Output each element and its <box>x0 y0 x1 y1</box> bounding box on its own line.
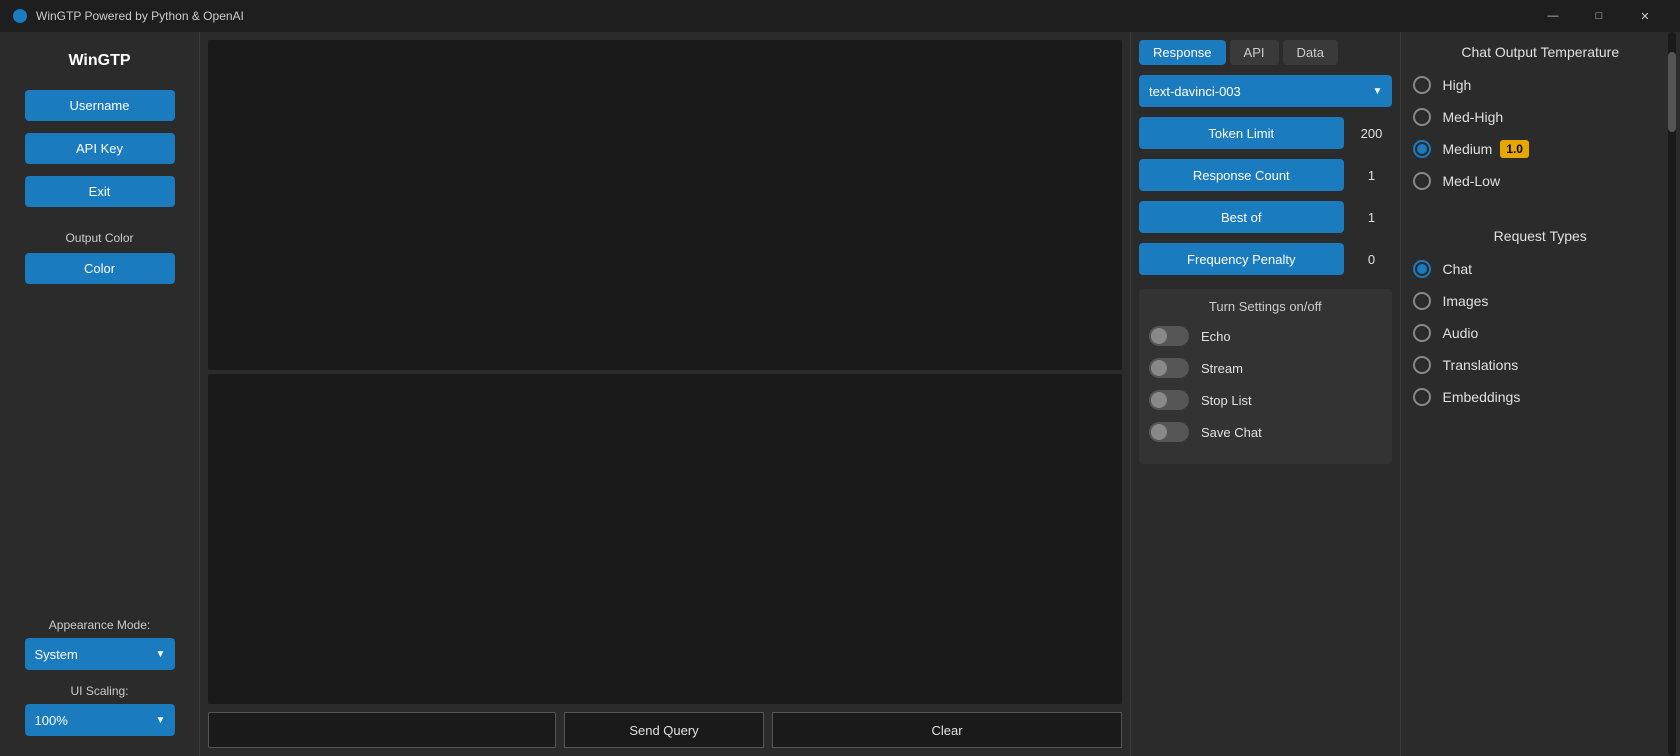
req-images-label: Images <box>1443 293 1489 309</box>
frequency-penalty-row: Frequency Penalty 0 <box>1139 243 1392 275</box>
api-key-button[interactable]: API Key <box>25 133 175 164</box>
temp-med-low-label: Med-Low <box>1443 173 1501 189</box>
temp-med-low-radio[interactable] <box>1413 172 1431 190</box>
req-audio-label: Audio <box>1443 325 1479 341</box>
minimize-button[interactable]: — <box>1530 0 1576 32</box>
temp-medium-badge: 1.0 <box>1500 140 1529 158</box>
close-button[interactable]: ✕ <box>1622 0 1668 32</box>
req-embeddings-label: Embeddings <box>1443 389 1521 405</box>
frequency-penalty-button[interactable]: Frequency Penalty <box>1139 243 1344 275</box>
temp-high-row: High <box>1413 76 1669 94</box>
token-limit-row: Token Limit 200 <box>1139 117 1392 149</box>
token-limit-value: 200 <box>1352 126 1392 141</box>
app-name: WinGTP <box>68 52 130 70</box>
response-count-button[interactable]: Response Count <box>1139 159 1344 191</box>
req-audio-radio[interactable] <box>1413 324 1431 342</box>
settings-column: Response API Data text-davinci-003 ▼ Tok… <box>1131 32 1401 756</box>
temp-medium-radio[interactable] <box>1413 140 1431 158</box>
temp-medium-label: Medium <box>1443 141 1493 157</box>
stream-toggle[interactable] <box>1149 358 1189 378</box>
request-types-title: Request Types <box>1413 228 1669 244</box>
temperature-column: Chat Output Temperature High Med-High Me… <box>1401 32 1680 756</box>
req-chat-label: Chat <box>1443 261 1473 277</box>
username-button[interactable]: Username <box>25 90 175 121</box>
maximize-button[interactable]: □ <box>1576 0 1622 32</box>
bottom-bar: Send Query Clear <box>200 704 1130 756</box>
model-value: text-davinci-003 <box>1139 84 1364 99</box>
app-icon <box>12 8 28 24</box>
temp-med-high-label: Med-High <box>1443 109 1504 125</box>
stream-label: Stream <box>1201 361 1243 376</box>
temp-medium-row: Medium 1.0 <box>1413 140 1669 158</box>
best-of-value: 1 <box>1352 210 1392 225</box>
appearance-section: Appearance Mode: System ▼ UI Scaling: 10… <box>12 618 187 736</box>
req-chat-row: Chat <box>1413 260 1669 278</box>
input-area[interactable] <box>208 374 1122 704</box>
ui-scaling-value: 100% <box>25 713 147 728</box>
stop-list-toggle[interactable] <box>1149 390 1189 410</box>
echo-toggle-row: Echo <box>1149 326 1382 346</box>
sidebar: WinGTP Username API Key Exit Output Colo… <box>0 32 200 756</box>
req-embeddings-radio[interactable] <box>1413 388 1431 406</box>
req-images-row: Images <box>1413 292 1669 310</box>
main-content: WinGTP Username API Key Exit Output Colo… <box>0 32 1680 756</box>
response-count-value: 1 <box>1352 168 1392 183</box>
temp-med-high-radio[interactable] <box>1413 108 1431 126</box>
chat-display <box>208 40 1122 370</box>
tab-data[interactable]: Data <box>1283 40 1338 65</box>
scrollbar-thumb <box>1668 52 1676 132</box>
req-translations-row: Translations <box>1413 356 1669 374</box>
appearance-mode-label: Appearance Mode: <box>49 618 150 632</box>
response-count-row: Response Count 1 <box>1139 159 1392 191</box>
echo-toggle[interactable] <box>1149 326 1189 346</box>
stop-list-toggle-row: Stop List <box>1149 390 1382 410</box>
output-color-label: Output Color <box>65 231 133 245</box>
appearance-dropdown[interactable]: System ▼ <box>25 638 175 670</box>
temp-med-high-row: Med-High <box>1413 108 1669 126</box>
save-chat-toggle-row: Save Chat <box>1149 422 1382 442</box>
temp-high-radio[interactable] <box>1413 76 1431 94</box>
model-chevron-icon: ▼ <box>1364 86 1392 97</box>
tab-response[interactable]: Response <box>1139 40 1226 65</box>
token-limit-button[interactable]: Token Limit <box>1139 117 1344 149</box>
temp-med-low-row: Med-Low <box>1413 172 1669 190</box>
req-images-radio[interactable] <box>1413 292 1431 310</box>
best-of-button[interactable]: Best of <box>1139 201 1344 233</box>
save-chat-toggle[interactable] <box>1149 422 1189 442</box>
query-input[interactable] <box>208 712 556 748</box>
turn-settings-title: Turn Settings on/off <box>1149 299 1382 314</box>
chevron-down-icon-2: ▼ <box>147 704 175 736</box>
stop-list-label: Stop List <box>1201 393 1252 408</box>
model-selector[interactable]: text-davinci-003 ▼ <box>1139 75 1392 107</box>
req-audio-row: Audio <box>1413 324 1669 342</box>
tab-bar: Response API Data <box>1139 40 1392 65</box>
color-button[interactable]: Color <box>25 253 175 284</box>
chevron-down-icon: ▼ <box>147 638 175 670</box>
titlebar: WinGTP Powered by Python & OpenAI — □ ✕ <box>0 0 1680 32</box>
temp-high-label: High <box>1443 77 1472 93</box>
right-panel: Response API Data text-davinci-003 ▼ Tok… <box>1130 32 1680 756</box>
ui-scaling-label: UI Scaling: <box>70 684 128 698</box>
window-controls: — □ ✕ <box>1530 0 1668 32</box>
echo-label: Echo <box>1201 329 1231 344</box>
save-chat-label: Save Chat <box>1201 425 1262 440</box>
exit-button[interactable]: Exit <box>25 176 175 207</box>
appearance-value: System <box>25 647 147 662</box>
tab-api[interactable]: API <box>1230 40 1279 65</box>
ui-scaling-dropdown[interactable]: 100% ▼ <box>25 704 175 736</box>
req-translations-radio[interactable] <box>1413 356 1431 374</box>
frequency-penalty-value: 0 <box>1352 252 1392 267</box>
right-scrollbar[interactable] <box>1668 32 1676 756</box>
send-query-button[interactable]: Send Query <box>564 712 764 748</box>
req-embeddings-row: Embeddings <box>1413 388 1669 406</box>
titlebar-title: WinGTP Powered by Python & OpenAI <box>36 9 1530 23</box>
stream-toggle-row: Stream <box>1149 358 1382 378</box>
req-chat-radio[interactable] <box>1413 260 1431 278</box>
req-translations-label: Translations <box>1443 357 1519 373</box>
best-of-row: Best of 1 <box>1139 201 1392 233</box>
turn-settings-section: Turn Settings on/off Echo Stream Stop Li… <box>1139 289 1392 464</box>
clear-button[interactable]: Clear <box>772 712 1122 748</box>
center-area: Send Query Clear <box>200 32 1130 756</box>
temperature-title: Chat Output Temperature <box>1413 44 1669 60</box>
